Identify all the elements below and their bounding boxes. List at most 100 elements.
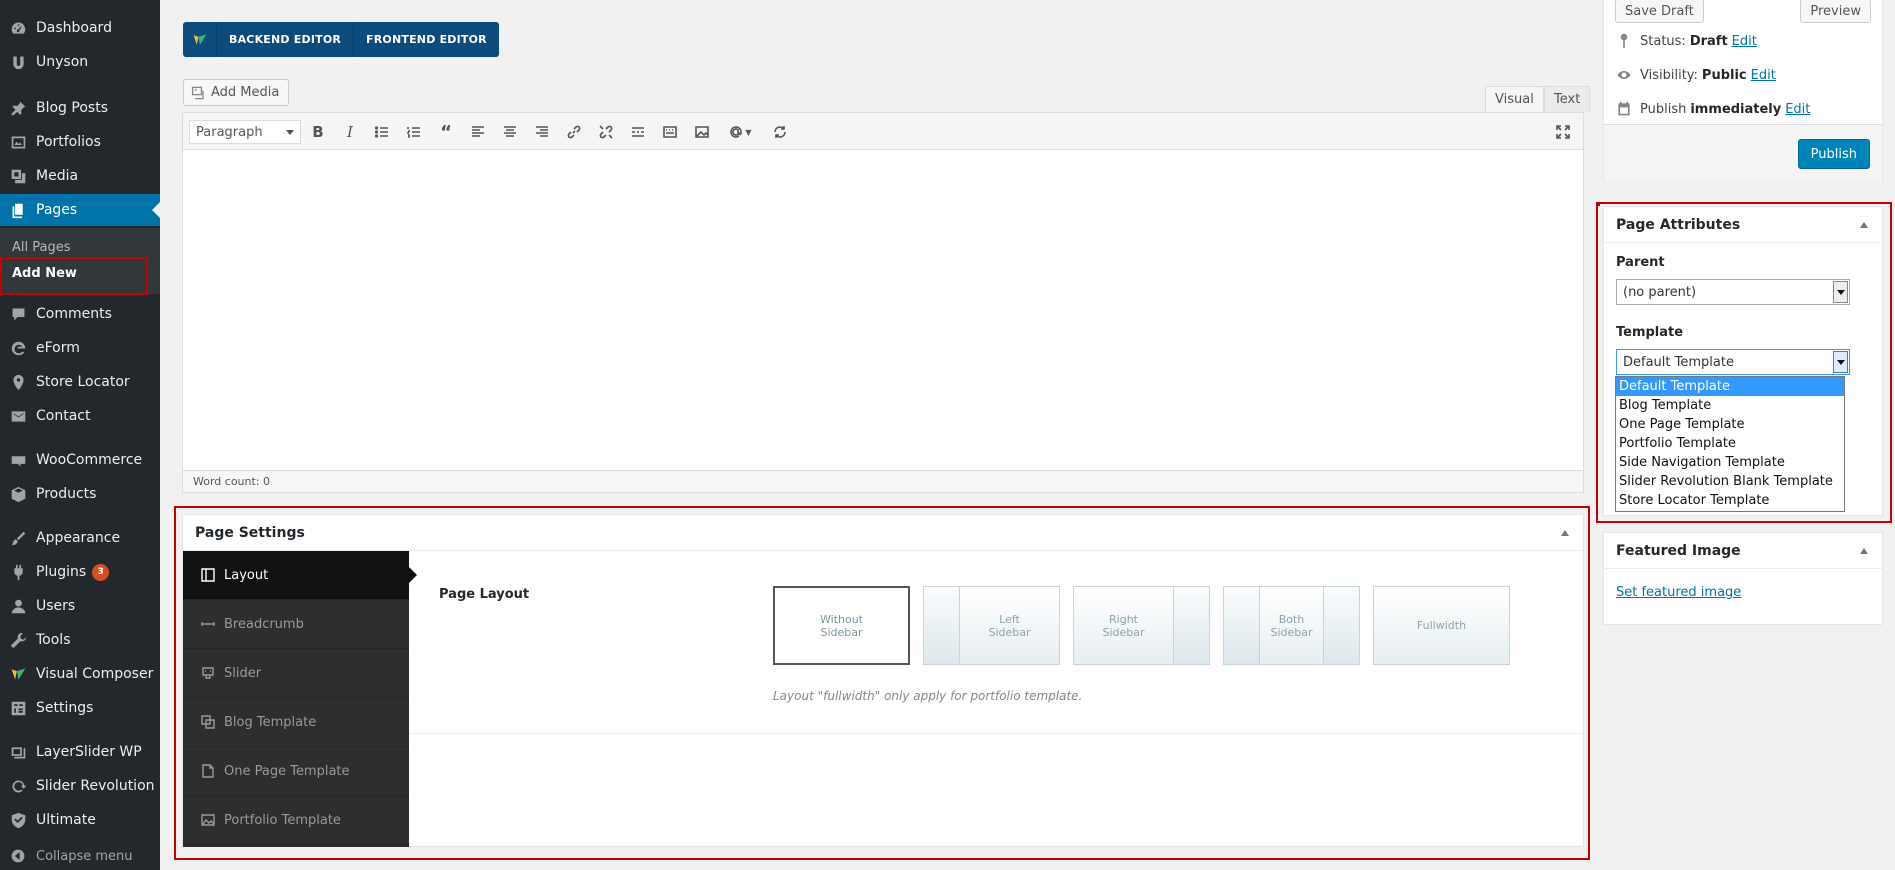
- menu-pages[interactable]: Pages: [0, 194, 160, 226]
- collapse-arrow-icon[interactable]: [1860, 548, 1868, 554]
- numbered-list-icon[interactable]: [403, 122, 425, 142]
- template-option-blog[interactable]: Blog Template: [1616, 396, 1844, 415]
- menu-visual-composer[interactable]: Visual Composer: [0, 658, 160, 690]
- page-settings-header[interactable]: Page Settings: [183, 515, 1583, 551]
- menu-tools[interactable]: Tools: [0, 624, 160, 656]
- collapse-arrow-icon[interactable]: [1561, 530, 1569, 536]
- publish-label: Publish: [1640, 101, 1687, 117]
- menu-media[interactable]: Media: [0, 160, 160, 192]
- unlink-icon[interactable]: [595, 122, 617, 142]
- save-draft-button[interactable]: Save Draft: [1615, 0, 1704, 23]
- set-featured-image-link[interactable]: Set featured image: [1616, 585, 1741, 600]
- publish-button[interactable]: Publish: [1797, 139, 1870, 169]
- menu-portfolios[interactable]: Portfolios: [0, 126, 160, 158]
- collapse-arrow-icon[interactable]: [1860, 222, 1868, 228]
- shield-icon: [0, 812, 36, 829]
- page-attributes-header[interactable]: Page Attributes: [1604, 207, 1882, 243]
- menu-label: Blog Posts: [36, 100, 108, 116]
- preview-button[interactable]: Preview: [1800, 0, 1871, 23]
- insert-image-icon[interactable]: [691, 122, 713, 142]
- template-option-one-page[interactable]: One Page Template: [1616, 415, 1844, 434]
- portfolio-icon: [0, 134, 36, 151]
- tab-text[interactable]: Text: [1544, 86, 1591, 112]
- layout-both-sidebar[interactable]: Both Sidebar: [1223, 586, 1360, 665]
- menu-layerslider[interactable]: LayerSlider WP: [0, 736, 160, 768]
- menu-contact[interactable]: Contact: [0, 400, 160, 432]
- submenu-all-pages[interactable]: All Pages: [12, 240, 71, 255]
- status-value: Draft: [1689, 33, 1728, 49]
- refresh-icon[interactable]: [769, 122, 791, 142]
- tab-blog-template[interactable]: Blog Template: [183, 698, 409, 747]
- menu-slider-revolution[interactable]: Slider Revolution: [0, 770, 160, 802]
- users-icon: [0, 598, 36, 615]
- menu-dashboard[interactable]: Dashboard: [0, 12, 160, 44]
- edit-schedule-link[interactable]: Edit: [1785, 102, 1810, 117]
- backend-editor-button[interactable]: BACKEND EDITOR: [217, 22, 353, 57]
- eform-shortcode-icon[interactable]: ▼: [723, 122, 757, 142]
- fullscreen-icon[interactable]: [1552, 122, 1574, 142]
- tab-one-page-template[interactable]: One Page Template: [183, 747, 409, 796]
- tab-portfolio-template[interactable]: Portfolio Template: [183, 796, 409, 845]
- menu-unyson[interactable]: Unyson: [0, 46, 160, 78]
- align-center-icon[interactable]: [499, 122, 521, 142]
- read-more-icon[interactable]: [627, 122, 649, 142]
- refresh-icon: [0, 778, 36, 795]
- italic-icon[interactable]: I: [339, 122, 361, 142]
- tab-layout[interactable]: Layout: [183, 551, 417, 600]
- editor-content-area[interactable]: [183, 150, 1583, 472]
- plugin-icon: [0, 564, 36, 581]
- frontend-editor-button[interactable]: FRONTEND EDITOR: [353, 22, 499, 57]
- menu-label: Settings: [36, 700, 94, 716]
- template-select[interactable]: Default Template: [1616, 349, 1850, 375]
- menu-plugins[interactable]: Plugins 3: [0, 556, 160, 588]
- template-option-slider-revolution-blank[interactable]: Slider Revolution Blank Template: [1616, 472, 1844, 491]
- menu-blog-posts[interactable]: Blog Posts: [0, 92, 160, 124]
- menu-appearance[interactable]: Appearance: [0, 522, 160, 554]
- align-left-icon[interactable]: [467, 122, 489, 142]
- tab-slider[interactable]: Slider: [183, 649, 409, 698]
- menu-store-locator[interactable]: Store Locator: [0, 366, 160, 398]
- menu-comments[interactable]: Comments: [0, 298, 160, 330]
- link-icon[interactable]: [563, 122, 585, 142]
- menu-label: WooCommerce: [36, 452, 143, 468]
- visibility-label: Visibility:: [1640, 67, 1698, 83]
- bullet-list-icon[interactable]: [371, 122, 393, 142]
- menu-users[interactable]: Users: [0, 590, 160, 622]
- parent-select[interactable]: (no parent): [1616, 279, 1850, 305]
- align-right-icon[interactable]: [531, 122, 553, 142]
- featured-image-header[interactable]: Featured Image: [1604, 533, 1882, 569]
- menu-ultimate[interactable]: Ultimate: [0, 804, 160, 836]
- template-option-portfolio[interactable]: Portfolio Template: [1616, 434, 1844, 453]
- layout-without-sidebar[interactable]: Without Sidebar: [773, 586, 910, 665]
- add-media-button[interactable]: Add Media: [183, 79, 290, 106]
- tab-label: Portfolio Template: [224, 812, 341, 828]
- bold-icon[interactable]: B: [307, 122, 329, 142]
- blockquote-icon[interactable]: “: [435, 122, 457, 143]
- visibility-row: Visibility: Public Edit: [1616, 67, 1776, 83]
- template-option-default[interactable]: Default Template: [1616, 377, 1844, 396]
- template-option-store-locator[interactable]: Store Locator Template: [1616, 491, 1844, 510]
- layout-fullwidth[interactable]: Fullwidth: [1373, 586, 1510, 665]
- layout-option-label: Left Sidebar: [988, 612, 1031, 639]
- layout-right-sidebar[interactable]: Right Sidebar: [1073, 586, 1210, 665]
- menu-label: Store Locator: [36, 374, 130, 390]
- collapse-label: Collapse menu: [36, 848, 133, 864]
- layout-panel: Page Layout Without Sidebar Left Sidebar…: [409, 551, 1583, 847]
- format-select[interactable]: Paragraph: [189, 120, 301, 144]
- toolbar-toggle-icon[interactable]: [659, 122, 681, 142]
- collapse-menu-button[interactable]: Collapse menu: [0, 842, 160, 870]
- menu-products[interactable]: Products: [0, 478, 160, 510]
- submenu-add-new[interactable]: Add New: [12, 266, 77, 281]
- editor-toolbar: Paragraph B I “ ▼: [183, 113, 1583, 150]
- layout-left-sidebar[interactable]: Left Sidebar: [923, 586, 1060, 665]
- edit-visibility-link[interactable]: Edit: [1751, 68, 1776, 83]
- template-option-side-navigation[interactable]: Side Navigation Template: [1616, 453, 1844, 472]
- menu-woocommerce[interactable]: WooCommerce: [0, 444, 160, 476]
- tab-breadcrumb[interactable]: Breadcrumb: [183, 600, 409, 649]
- tab-visual[interactable]: Visual: [1485, 86, 1544, 112]
- menu-settings[interactable]: Settings: [0, 692, 160, 724]
- menu-label: Users: [36, 598, 76, 614]
- menu-eform[interactable]: eForm: [0, 332, 160, 364]
- visual-composer-logo-icon: [183, 22, 217, 57]
- edit-status-link[interactable]: Edit: [1732, 34, 1757, 49]
